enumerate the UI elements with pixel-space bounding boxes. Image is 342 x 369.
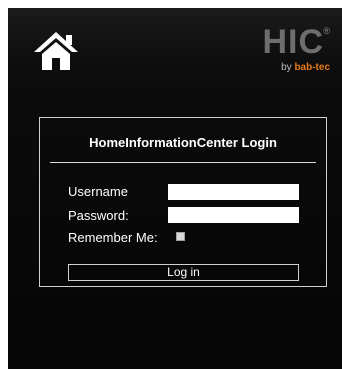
login-divider (50, 162, 316, 163)
app-screen: HIC ® by bab-tec HomeInformationCenter L… (8, 8, 342, 369)
password-input[interactable] (168, 207, 299, 223)
logo-by-text: by (281, 62, 292, 73)
home-icon-graphic (34, 32, 78, 70)
login-form: HomeInformationCenter Login Username Pas… (39, 117, 327, 287)
logo-hic-text: HIC (262, 23, 324, 61)
login-title: HomeInformationCenter Login (89, 135, 277, 150)
hic-logo: HIC ® by bab-tec (258, 24, 330, 82)
home-icon[interactable] (32, 30, 80, 72)
username-label: Username (68, 184, 128, 199)
remember-me-label: Remember Me: (68, 230, 158, 245)
remember-me-checkbox[interactable] (176, 232, 185, 241)
logo-brand-text: bab-tec (294, 62, 330, 73)
logo-byline: by bab-tec (281, 62, 330, 73)
logo-registered-mark: ® (323, 26, 330, 36)
password-label: Password: (68, 208, 129, 223)
username-input[interactable] (168, 184, 299, 200)
login-button[interactable]: Log in (68, 264, 299, 281)
